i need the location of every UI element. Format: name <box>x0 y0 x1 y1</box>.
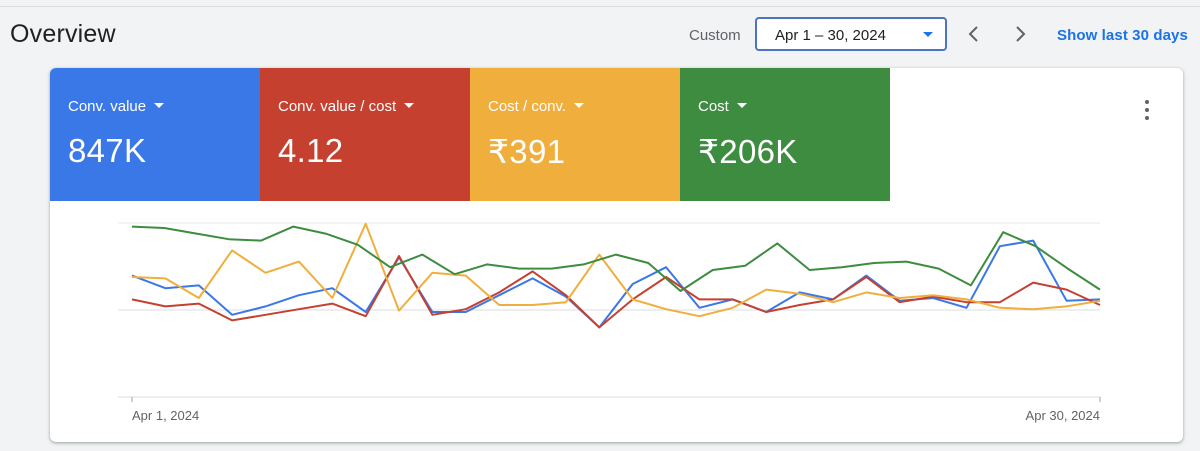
dropdown-arrow-icon <box>154 102 165 108</box>
overview-card: Conv. value 847K Conv. value / cost 4.12… <box>50 68 1183 442</box>
metric-conv-value[interactable]: Conv. value 847K <box>50 68 260 201</box>
dropdown-arrow-icon <box>574 102 585 108</box>
metric-value: 4.12 <box>278 132 344 169</box>
series-line-3 <box>131 225 1101 292</box>
page-title: Overview <box>10 20 116 48</box>
metric-value: 847K <box>68 132 147 169</box>
series-layer <box>131 222 1101 329</box>
next-period-button[interactable] <box>1008 22 1032 46</box>
metric-label: Conv. value / cost <box>278 98 415 115</box>
metric-label: Conv. value <box>68 98 165 115</box>
date-range-dropdown[interactable]: Apr 1 – 30, 2024 <box>755 17 947 51</box>
line-chart: Apr 1, 2024 Apr 30, 2024 <box>118 222 1101 423</box>
metric-cost[interactable]: Cost ₹206K <box>680 68 890 201</box>
x-axis-end-label: Apr 30, 2024 <box>1026 408 1100 423</box>
metric-label: Cost / conv. <box>488 98 585 115</box>
top-divider <box>0 6 1200 7</box>
dropdown-arrow-icon <box>404 102 415 108</box>
metric-cost-per-conv[interactable]: Cost / conv. ₹391 <box>470 68 680 201</box>
metric-label: Cost <box>698 98 747 115</box>
metric-value: ₹206K <box>698 133 798 170</box>
more-vert-icon <box>1145 100 1149 104</box>
metric-conv-value-per-cost[interactable]: Conv. value / cost 4.12 <box>260 68 470 201</box>
chevron-left-icon <box>968 26 978 42</box>
x-axis-start-label: Apr 1, 2024 <box>132 408 199 423</box>
show-last-30-days-link[interactable]: Show last 30 days <box>1057 27 1188 44</box>
dropdown-arrow-icon <box>736 102 747 108</box>
date-range-value: Apr 1 – 30, 2024 <box>775 27 886 44</box>
series-line-1 <box>131 255 1101 329</box>
dropdown-arrow-icon <box>923 32 933 37</box>
date-mode-label: Custom <box>689 27 741 44</box>
metric-value: ₹391 <box>488 133 566 170</box>
previous-period-button[interactable] <box>962 22 986 46</box>
chevron-right-icon <box>1016 26 1026 42</box>
more-options-button[interactable] <box>1137 98 1157 122</box>
